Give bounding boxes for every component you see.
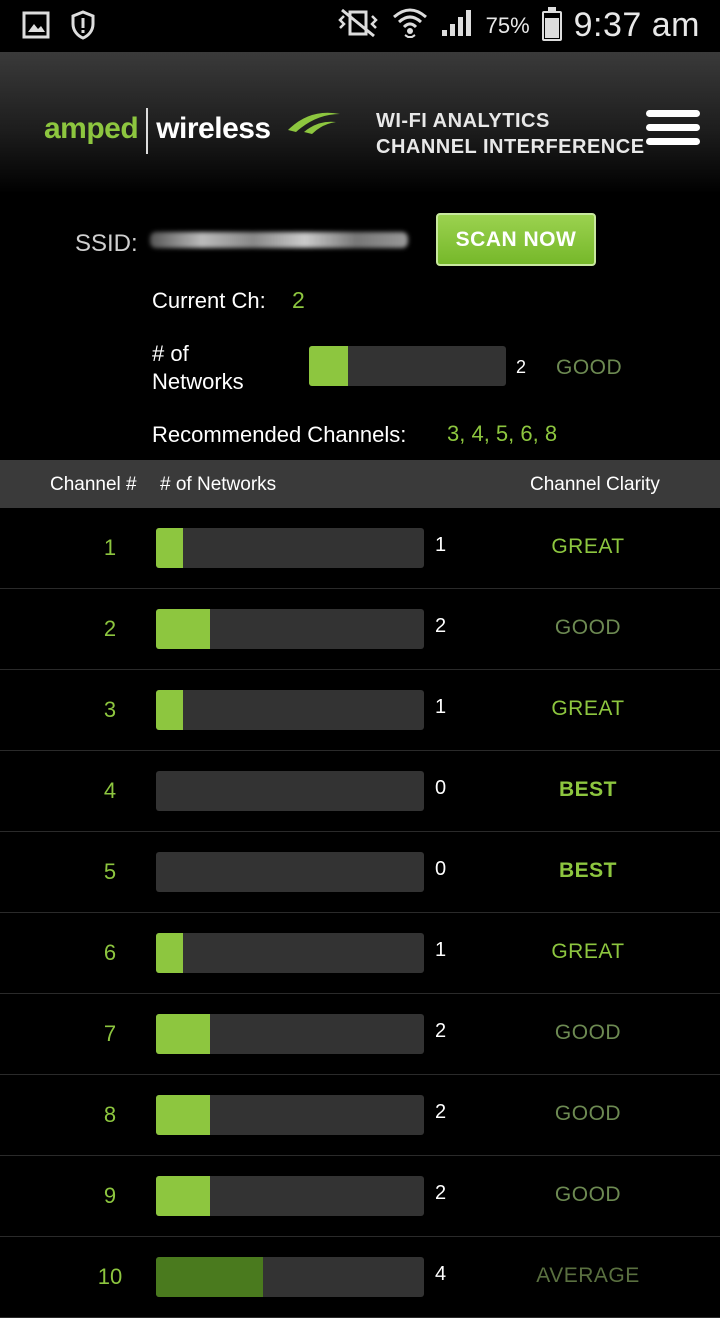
battery-level-fill: [544, 18, 559, 38]
wifi-icon: [392, 7, 428, 44]
hamburger-menu-icon[interactable]: [646, 110, 700, 152]
column-header-networks: # of Networks: [160, 474, 277, 495]
networks-clarity: GOOD: [556, 356, 623, 379]
logo-swoosh-icon: [286, 100, 342, 141]
row-channel-number: 2: [103, 616, 117, 641]
table-row: 7 2 GOOD: [0, 994, 720, 1075]
row-networks-bar: [156, 852, 424, 892]
row-networks-bar-fill: [156, 1014, 210, 1054]
row-networks-bar: [156, 933, 424, 973]
summary-panel: SSID: SCAN NOW Current Ch: 2 # of Networ…: [0, 194, 720, 460]
scan-now-button[interactable]: SCAN NOW: [436, 213, 596, 266]
row-networks-count: 2: [435, 1182, 447, 1204]
table-row: 9 2 GOOD: [0, 1156, 720, 1237]
row-channel-number: 6: [103, 940, 117, 965]
row-networks-bar: [156, 1176, 424, 1216]
logo-divider: [146, 108, 149, 154]
networks-bar: [309, 346, 506, 386]
row-networks-bar: [156, 609, 424, 649]
row-channel-clarity: BEST: [558, 778, 617, 801]
table-row: 1 1 GREAT: [0, 508, 720, 589]
row-networks-count: 4: [435, 1263, 447, 1285]
row-networks-bar: [156, 690, 424, 730]
channel-list[interactable]: 1 1 GREAT 2 2 GOOD 3 1 GREAT 4 0 BEST 5 0 BEST 6 1 GREAT 7…: [0, 508, 720, 1318]
table-row: 6 1 GREAT: [0, 913, 720, 994]
header-title-line2: CHANNEL INTERFERENCE: [376, 136, 645, 158]
row-channel-clarity: GOOD: [554, 1183, 622, 1206]
row-networks-bar: [156, 771, 424, 811]
table-row: 4 0 BEST: [0, 751, 720, 832]
battery-percent: 75%: [485, 12, 530, 38]
row-channel-number: 3: [103, 697, 117, 722]
row-channel-number: 10: [97, 1264, 123, 1289]
table-row: 3 1 GREAT: [0, 670, 720, 751]
row-networks-count: 1: [435, 534, 447, 556]
row-networks-count: 1: [435, 939, 447, 961]
row-networks-bar-fill: [156, 609, 210, 649]
column-header-channel: Channel #: [50, 474, 137, 495]
status-bar: 75% 9:37 am: [0, 0, 720, 52]
row-networks-bar: [156, 1014, 424, 1054]
header-title: WI-FI ANALYTICS CHANNEL INTERFERENCE: [376, 108, 645, 160]
row-networks-bar: [156, 1257, 424, 1297]
vibrate-mute-icon: [336, 8, 380, 43]
header-title-line1: WI-FI ANALYTICS: [376, 110, 550, 132]
row-networks-count: 2: [435, 1020, 447, 1042]
row-networks-count: 1: [435, 696, 447, 718]
current-channel-value: 2: [292, 287, 305, 313]
row-networks-count: 2: [435, 1101, 447, 1123]
row-channel-clarity: AVERAGE: [536, 1264, 640, 1287]
recommended-channels-value: 3, 4, 5, 6, 8: [447, 421, 558, 446]
networks-label-line1: # of: [152, 341, 189, 366]
row-channel-number: 1: [103, 535, 117, 560]
logo-amped-text: amped: [44, 112, 139, 145]
row-channel-number: 8: [103, 1102, 117, 1127]
recommended-channels-label: Recommended Channels:: [152, 422, 407, 447]
row-networks-count: 2: [435, 615, 447, 637]
row-channel-clarity: GREAT: [551, 697, 625, 720]
table-header: Channel # # of Networks Channel Clarity: [0, 460, 720, 508]
networks-bar-fill: [309, 346, 349, 386]
row-channel-number: 7: [103, 1021, 117, 1046]
gallery-icon: [22, 11, 50, 44]
battery-icon: [541, 6, 562, 41]
row-channel-number: 4: [103, 778, 117, 803]
networks-label: # of Networks: [152, 340, 244, 396]
amped-wireless-logo: amped wireless: [44, 108, 340, 162]
table-row: 8 2 GOOD: [0, 1075, 720, 1156]
row-channel-clarity: BEST: [558, 859, 617, 882]
row-networks-count: 0: [435, 858, 447, 880]
clock: 9:37 am: [573, 6, 700, 44]
row-channel-clarity: GOOD: [554, 1102, 622, 1125]
ssid-value-redacted: [150, 232, 408, 248]
row-channel-clarity: GREAT: [551, 940, 625, 963]
networks-label-line2: Networks: [152, 369, 244, 394]
row-networks-bar: [156, 1095, 424, 1135]
table-row: 5 0 BEST: [0, 832, 720, 913]
app-header: amped wireless WI-FI ANALYTICS CHANNEL I…: [0, 52, 720, 194]
table-row: 10 4 AVERAGE: [0, 1237, 720, 1318]
row-networks-bar-fill: [156, 1095, 210, 1135]
row-networks-bar-fill: [156, 1176, 210, 1216]
row-channel-clarity: GREAT: [551, 535, 625, 558]
row-networks-count: 0: [435, 777, 447, 799]
signal-icon: [440, 8, 474, 43]
column-header-clarity: Channel Clarity: [530, 474, 660, 495]
row-channel-number: 5: [103, 859, 117, 884]
row-channel-clarity: GOOD: [554, 1021, 622, 1044]
row-networks-bar-fill: [156, 933, 183, 973]
row-networks-bar: [156, 528, 424, 568]
row-channel-clarity: GOOD: [554, 616, 622, 639]
logo-wireless-text: wireless: [156, 112, 271, 145]
networks-count: 2: [516, 357, 527, 377]
current-channel-label: Current Ch:: [152, 288, 266, 313]
table-row: 2 2 GOOD: [0, 589, 720, 670]
shield-alert-icon: [70, 10, 96, 45]
row-networks-bar-fill: [156, 528, 183, 568]
ssid-label: SSID:: [75, 230, 138, 257]
row-networks-bar-fill: [156, 1257, 264, 1297]
row-channel-number: 9: [103, 1183, 117, 1208]
row-networks-bar-fill: [156, 690, 183, 730]
